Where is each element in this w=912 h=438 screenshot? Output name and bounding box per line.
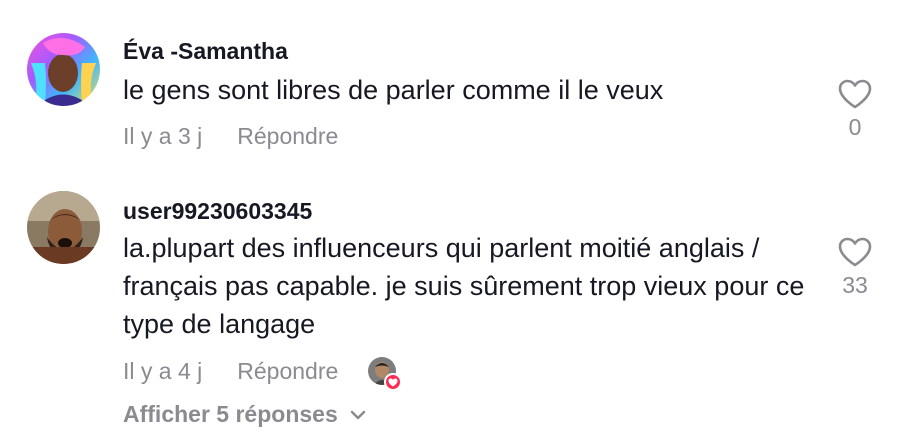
creator-liked-badge bbox=[368, 357, 403, 391]
show-replies-label: Afficher 5 réponses bbox=[123, 401, 338, 427]
heart-icon[interactable] bbox=[838, 237, 872, 267]
like-section: 33 bbox=[824, 237, 886, 299]
creator-liked-heart-icon bbox=[384, 373, 403, 391]
comment-text: la.plupart des influenceurs qui parlent … bbox=[123, 233, 805, 339]
comment-time: Il y a 4 j bbox=[123, 357, 203, 384]
chevron-down-icon bbox=[350, 410, 365, 419]
comment-item: user99230603345 la.plupart des influence… bbox=[0, 0, 912, 438]
show-replies-button[interactable]: Afficher 5 réponses bbox=[123, 401, 366, 428]
avatar[interactable] bbox=[27, 191, 100, 264]
comment-username[interactable]: user99230603345 bbox=[123, 198, 312, 225]
reply-button[interactable]: Répondre bbox=[237, 358, 338, 385]
warrior-avatar-icon bbox=[27, 191, 100, 264]
comment-meta: Il y a 4 j Répondre bbox=[123, 357, 403, 391]
like-count: 33 bbox=[842, 272, 868, 298]
